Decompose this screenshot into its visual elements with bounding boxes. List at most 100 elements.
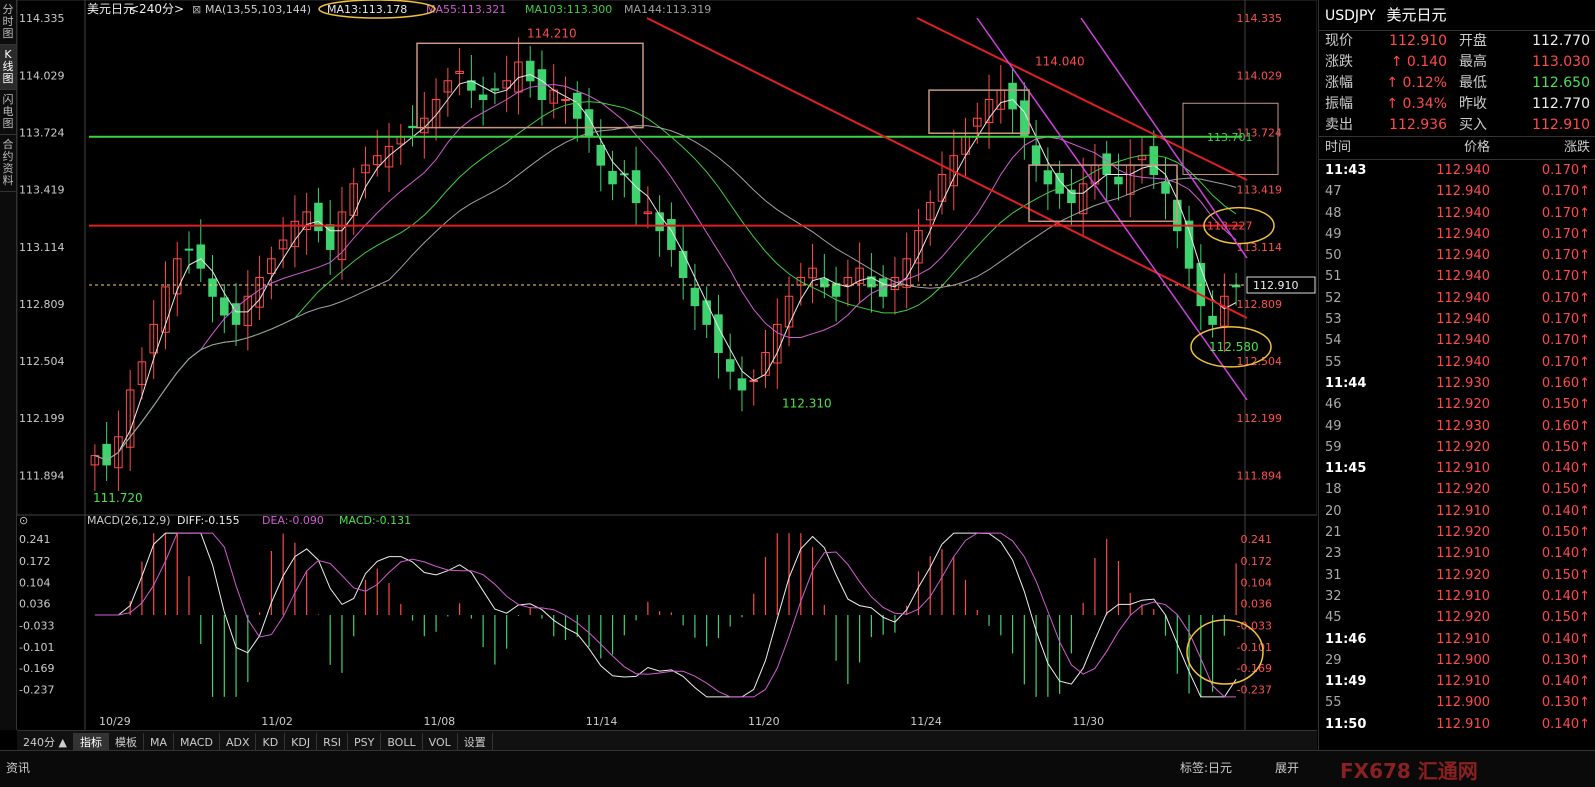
macd-dea: DEA:-0.090 bbox=[262, 514, 324, 527]
tick-time: 11:46 bbox=[1325, 631, 1367, 647]
tick-change: 0.150↑ bbox=[1541, 397, 1590, 413]
tick-time: 29 bbox=[1325, 652, 1342, 668]
tick-price: 112.920 bbox=[1436, 525, 1490, 541]
tick-price: 112.930 bbox=[1436, 418, 1490, 434]
tick-change: 0.140↑ bbox=[1541, 588, 1590, 604]
price-annotation: 114.210 bbox=[527, 26, 577, 40]
tick-change: 0.170↑ bbox=[1541, 333, 1590, 349]
tick-price: 112.920 bbox=[1436, 397, 1490, 413]
price-annotation: 111.720 bbox=[93, 491, 143, 505]
tick-row: 29 112.900 0.130↑ bbox=[1319, 650, 1595, 671]
tick-time: 18 bbox=[1325, 482, 1342, 498]
tick-list[interactable]: 11:43 112.940 0.170↑ 47 112.940 0.170↑ 48 112.9… bbox=[1319, 160, 1595, 735]
tick-price: 112.940 bbox=[1436, 269, 1490, 285]
candle-body bbox=[220, 297, 229, 316]
tick-price: 112.940 bbox=[1436, 354, 1490, 370]
tick-row: 18 112.920 0.150↑ bbox=[1319, 479, 1595, 500]
tick-change: 0.140↑ bbox=[1541, 716, 1590, 732]
tick-change: 0.170↑ bbox=[1541, 163, 1590, 178]
tick-row: 11:44 112.930 0.160↑ bbox=[1319, 373, 1595, 394]
y-tick-left: 111.894 bbox=[19, 469, 65, 482]
candle-body bbox=[714, 314, 723, 353]
symbol-name: 美元日元 bbox=[1386, 6, 1447, 24]
x-tick: 11/20 bbox=[748, 715, 780, 728]
tick-row: 49 112.940 0.170↑ bbox=[1319, 224, 1595, 245]
candle-body bbox=[1020, 100, 1029, 138]
macd-y-tick-right: 0.172 bbox=[1241, 555, 1273, 568]
quote-value: 112.936 bbox=[1389, 117, 1447, 133]
quote-label: 最高 bbox=[1459, 54, 1487, 70]
price-chart[interactable]: 美元日元<240分> ⊠ MA(13,55,103,144) MA13:113.178… bbox=[17, 0, 1317, 730]
tick-change: 0.140↑ bbox=[1541, 503, 1590, 519]
tick-price: 112.940 bbox=[1436, 163, 1490, 178]
quote-value: 112.650 bbox=[1532, 75, 1590, 91]
x-tick: 11/24 bbox=[910, 715, 942, 728]
tick-price: 112.940 bbox=[1436, 205, 1490, 221]
tick-change: 0.160↑ bbox=[1541, 418, 1590, 434]
y-tick-left: 113.419 bbox=[19, 184, 65, 197]
tick-row: 54 112.940 0.170↑ bbox=[1319, 330, 1595, 351]
ma-value-ma13: MA13:113.178 bbox=[327, 3, 407, 16]
x-tick: 11/30 bbox=[1072, 715, 1104, 728]
tick-row: 55 112.940 0.170↑ bbox=[1319, 352, 1595, 373]
tab-timeshare[interactable]: 分时图 bbox=[0, 0, 16, 45]
tick-change: 0.170↑ bbox=[1541, 354, 1590, 370]
tick-time: 49 bbox=[1325, 418, 1342, 434]
quote-row: 振幅 ↑ 0.34% 昨收 112.770 bbox=[1319, 94, 1595, 115]
indicator-tab-bar: 240分 ▲ 指标 模板 MA MACD ADX KD KDJ RSI PSY BOLL VOL 设置 bbox=[17, 730, 1317, 753]
tick-change: 0.150↑ bbox=[1541, 567, 1590, 583]
candle-body bbox=[702, 300, 711, 325]
tick-price: 112.920 bbox=[1436, 567, 1490, 583]
candle-body bbox=[196, 244, 206, 269]
x-tick: 11/02 bbox=[261, 715, 293, 728]
candle-body bbox=[208, 278, 217, 297]
tick-time: 11:44 bbox=[1325, 375, 1367, 391]
macd-y-tick-right: 0.241 bbox=[1241, 533, 1273, 546]
quote-label: 开盘 bbox=[1459, 33, 1487, 49]
tick-time: 55 bbox=[1325, 695, 1342, 711]
macd-y-tick-left: 0.241 bbox=[19, 533, 51, 546]
tick-row: 11:45 112.910 0.140↑ bbox=[1319, 458, 1595, 479]
macd-y-tick-right: 0.036 bbox=[1241, 598, 1273, 611]
tick-row: 11:50 112.910 0.140↑ bbox=[1319, 714, 1595, 735]
tick-time: 48 bbox=[1325, 205, 1342, 221]
quote-row: 卖出 112.936 买入 112.910 bbox=[1319, 115, 1595, 136]
macd-y-tick-left: -0.237 bbox=[19, 684, 54, 697]
tab-flash[interactable]: 闪电图 bbox=[0, 90, 16, 135]
macd-y-tick-left: 0.036 bbox=[19, 598, 51, 611]
tick-row: 11:46 112.910 0.140↑ bbox=[1319, 629, 1595, 650]
quote-panel: USDJPY 美元日元 现价 112.910 开盘 112.770 涨跌 ↑ 0.140 最… bbox=[1318, 0, 1595, 770]
symbol-code: USDJPY bbox=[1325, 8, 1376, 24]
tick-time: 54 bbox=[1325, 333, 1342, 349]
news-tab[interactable]: 资讯 bbox=[6, 759, 30, 776]
tab-contract[interactable]: 合约资料 bbox=[0, 135, 16, 192]
quote-label: 振幅 bbox=[1325, 96, 1353, 112]
y-tick-left: 114.029 bbox=[19, 69, 65, 82]
candle-body bbox=[678, 250, 688, 279]
candle-body bbox=[408, 125, 417, 129]
y-tick-right: 113.419 bbox=[1237, 184, 1283, 197]
tick-table-header: 时间 价格 涨跌 bbox=[1319, 136, 1595, 160]
tick-price: 112.940 bbox=[1436, 333, 1490, 349]
current-price-label: 112.910 bbox=[1253, 279, 1299, 292]
candle-body bbox=[1161, 181, 1170, 194]
candle-body bbox=[725, 359, 735, 372]
y-tick-right: 112.809 bbox=[1237, 298, 1283, 311]
tick-row: 52 112.940 0.170↑ bbox=[1319, 288, 1595, 309]
quote-label: 最低 bbox=[1459, 75, 1487, 91]
tab-kline[interactable]: K线图 bbox=[0, 45, 16, 90]
tick-time: 52 bbox=[1325, 290, 1342, 306]
expand-button[interactable]: 展开 bbox=[1275, 759, 1299, 776]
tick-change: 0.150↑ bbox=[1541, 610, 1590, 626]
price-annotation: 112.580 bbox=[1209, 340, 1259, 354]
tick-time: 11:49 bbox=[1325, 674, 1367, 690]
macd-y-tick-right: 0.104 bbox=[1241, 576, 1273, 589]
quote-value: 113.030 bbox=[1532, 54, 1590, 70]
candle-body bbox=[537, 69, 547, 101]
tick-price: 112.910 bbox=[1436, 716, 1490, 732]
macd-y-tick-left: 0.104 bbox=[19, 576, 51, 589]
tick-change: 0.130↑ bbox=[1541, 695, 1590, 711]
x-tick: 10/29 bbox=[99, 715, 131, 728]
quote-label: 涨跌 bbox=[1325, 54, 1353, 70]
tick-price: 112.910 bbox=[1436, 503, 1490, 519]
